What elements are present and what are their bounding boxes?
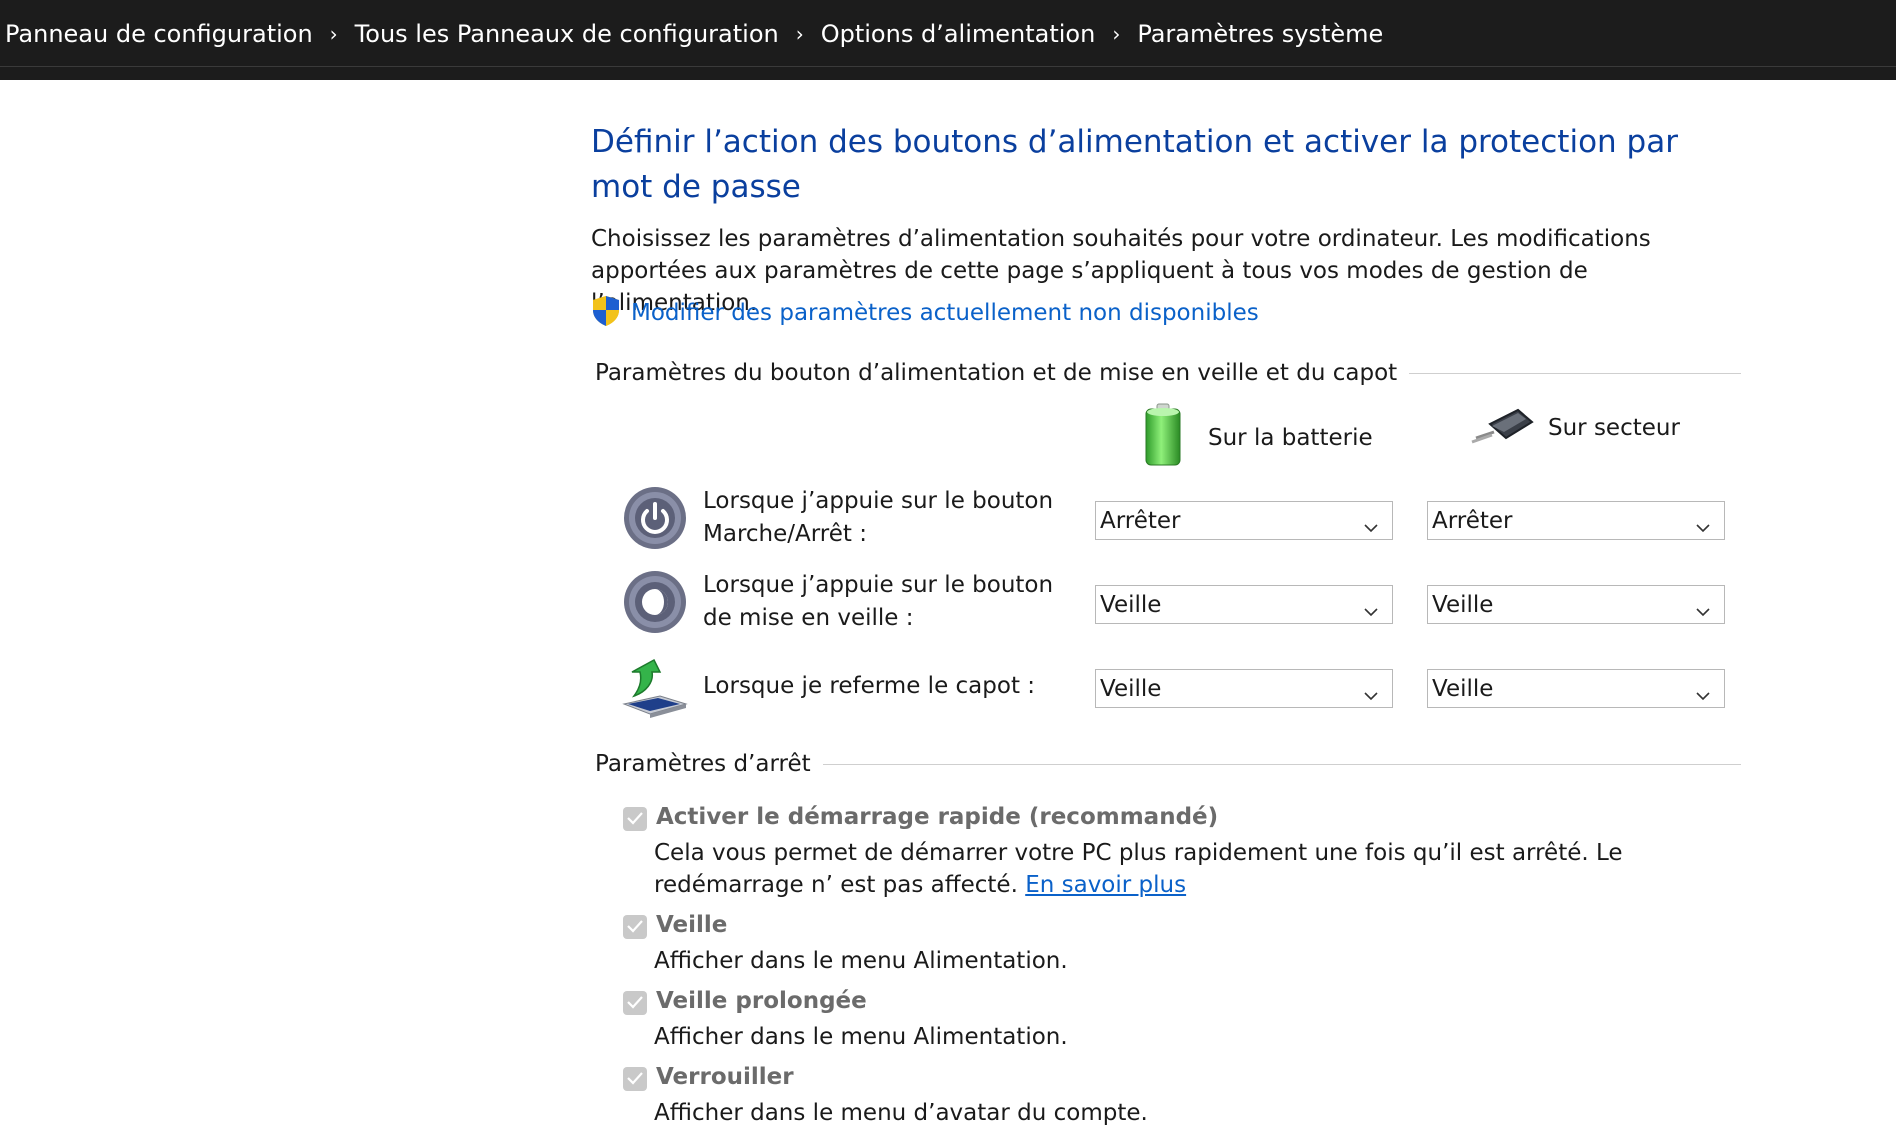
- breadcrumb-power-options[interactable]: Options d’alimentation: [821, 20, 1096, 48]
- battery-column-label: Sur la batterie: [1208, 425, 1373, 451]
- section-divider: [802, 764, 1741, 765]
- main-content: Définir l’action des boutons d’alimentat…: [0, 80, 1896, 1126]
- breadcrumb-control-panel[interactable]: Panneau de configuration: [5, 20, 313, 48]
- lid-battery-select[interactable]: Veille: [1095, 669, 1393, 708]
- uac-shield-icon: [591, 295, 621, 331]
- chevron-down-icon: [1696, 681, 1710, 707]
- sleep-button-row-label: Lorsque j’appuie sur le bouton de mise e…: [703, 572, 1054, 631]
- page-title: Définir l’action des boutons d’alimentat…: [591, 124, 1678, 205]
- sleep-description: Afficher dans le menu Alimentation.: [654, 948, 1068, 974]
- select-value: Veille: [1100, 591, 1162, 618]
- breadcrumb-separator-icon[interactable]: ›: [330, 22, 338, 46]
- address-bar-divider: [0, 66, 1896, 67]
- laptop-lid-icon: [620, 658, 690, 724]
- power-button-icon: [622, 485, 688, 555]
- chevron-down-icon: [1696, 513, 1710, 539]
- chevron-down-icon: [1364, 597, 1378, 623]
- fast-startup-label: Activer le démarrage rapide (recommandé): [656, 804, 1219, 830]
- fast-startup-description: Cela vous permet de démarrer votre PC pl…: [654, 837, 1764, 901]
- hibernate-description: Afficher dans le menu Alimentation.: [654, 1024, 1068, 1050]
- learn-more-link[interactable]: En savoir plus: [1025, 872, 1186, 898]
- shutdown-section-label: Paramètres d’arrêt: [595, 751, 823, 777]
- hibernate-label: Veille prolongée: [656, 988, 867, 1014]
- battery-icon: [1140, 402, 1186, 474]
- breadcrumb: Panneau de configuration › Tous les Pann…: [5, 17, 1383, 51]
- lock-label: Verrouiller: [656, 1064, 794, 1090]
- plugged-column-label: Sur secteur: [1548, 415, 1680, 441]
- breadcrumb-all-control-panels[interactable]: Tous les Panneaux de configuration: [355, 20, 779, 48]
- power-plug-icon: [1468, 402, 1538, 454]
- select-value: Arrêter: [1432, 507, 1513, 534]
- fast-startup-checkbox[interactable]: [623, 807, 647, 831]
- sleep-checkbox[interactable]: [623, 915, 647, 939]
- breadcrumb-separator-icon[interactable]: ›: [796, 22, 804, 46]
- hibernate-checkbox[interactable]: [623, 991, 647, 1015]
- select-value: Veille: [1432, 675, 1494, 702]
- chevron-down-icon: [1696, 597, 1710, 623]
- uac-change-settings-link[interactable]: Modifier des paramètres actuellement non…: [631, 300, 1259, 326]
- lock-checkbox[interactable]: [623, 1067, 647, 1091]
- select-value: Veille: [1100, 675, 1162, 702]
- chevron-down-icon: [1364, 513, 1378, 539]
- power-button-plugged-select[interactable]: Arrêter: [1427, 501, 1725, 540]
- sleep-button-battery-select[interactable]: Veille: [1095, 585, 1393, 624]
- battery-column-header: Sur la batterie: [1140, 402, 1373, 474]
- uac-link-row: Modifier des paramètres actuellement non…: [591, 296, 1259, 330]
- select-value: Veille: [1432, 591, 1494, 618]
- address-bar: Panneau de configuration › Tous les Pann…: [0, 0, 1896, 80]
- lid-plugged-select[interactable]: Veille: [1427, 669, 1725, 708]
- breadcrumb-separator-icon[interactable]: ›: [1112, 22, 1120, 46]
- plugged-column-header: Sur secteur: [1468, 402, 1680, 454]
- power-button-row-label: Lorsque j’appuie sur le bouton Marche/Ar…: [703, 488, 1054, 547]
- lid-row-label: Lorsque je referme le capot :: [703, 673, 1036, 699]
- select-value: Arrêter: [1100, 507, 1181, 534]
- lock-description: Afficher dans le menu d’avatar du compte…: [654, 1100, 1148, 1126]
- power-button-battery-select[interactable]: Arrêter: [1095, 501, 1393, 540]
- sleep-button-icon: [622, 569, 688, 639]
- chevron-down-icon: [1364, 681, 1378, 707]
- sleep-button-plugged-select[interactable]: Veille: [1427, 585, 1725, 624]
- sleep-label: Veille: [656, 912, 728, 938]
- breadcrumb-system-settings[interactable]: Paramètres système: [1137, 20, 1383, 48]
- buttons-section-label: Paramètres du bouton d’alimentation et d…: [595, 360, 1410, 386]
